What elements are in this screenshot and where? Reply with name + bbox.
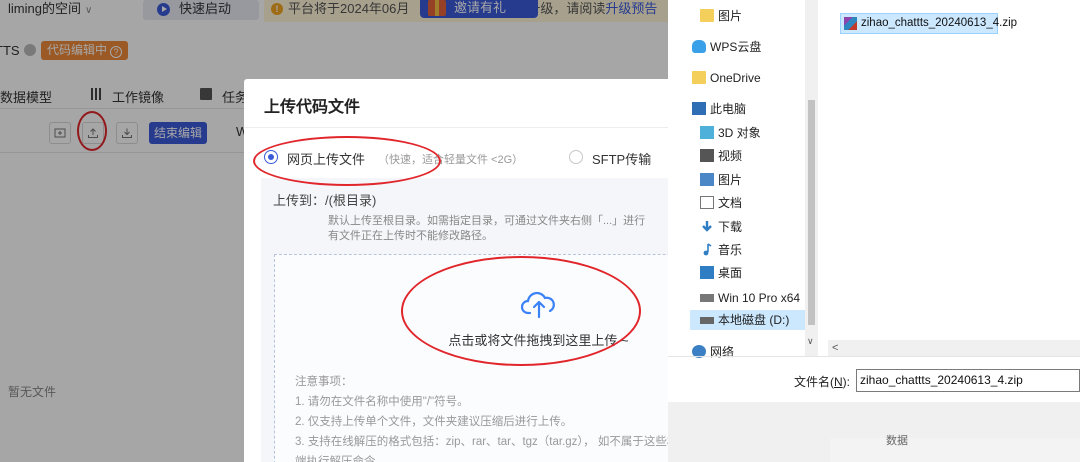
tree-item-label: 桌面 [718,266,743,280]
divider [668,356,1080,357]
dialog-title: 上传代码文件 [264,99,361,116]
tree-item-label: 此电脑 [710,102,747,116]
upload-target-path: 上传到：/(根目录) [273,193,377,208]
tree-item-wps-cloud[interactable]: WPS云盘 [692,37,805,57]
filename-label-key: N [834,375,843,389]
scroll-down-arrow-icon[interactable]: ∨ [807,336,814,347]
tree-item-downloads[interactable]: 下载 [700,217,805,237]
tree-item-music[interactable]: 音乐 [700,240,805,260]
3d-objects-icon [700,126,714,139]
annotation-circle-web-upload [253,136,441,186]
tree-item-label: 音乐 [718,243,743,257]
tree-item-local-disk-d[interactable]: 本地磁盘 (D:) [690,310,805,330]
tree-item-label: 视频 [718,149,743,163]
scroll-left-arrow-icon[interactable]: < [832,340,838,356]
tree-item-label: 图片 [718,9,743,23]
music-icon [703,243,712,256]
folder-icon [700,9,714,22]
file-item[interactable]: zihao_chattts_20240613_4.zip [840,13,1017,34]
tree-item-pictures[interactable]: 图片 [700,170,805,190]
document-icon [700,196,714,209]
navigation-tree: 图片 WPS云盘 OneDrive 此电脑 3D 对象 视频 图片 文档 下载 … [668,0,818,359]
tree-item-label: 网络 [710,345,735,359]
pictures-icon [700,173,714,186]
filename-label-prefix: 文件名( [794,375,834,389]
tree-item-label: WPS云盘 [710,40,762,54]
file-item-name: zihao_chattts_20240613_4.zip [861,17,1018,29]
desktop-icon [700,266,714,279]
tree-item-videos[interactable]: 视频 [700,146,805,166]
background-label: 数据 [886,435,908,447]
annotation-circle-dropzone [401,256,641,366]
tree-item-label: 图片 [718,173,743,187]
tree-item-label: Win 10 Pro x64 [718,291,801,305]
drive-icon [700,317,714,324]
background-panel [830,438,1080,462]
file-open-dialog: 图片 WPS云盘 OneDrive 此电脑 3D 对象 视频 图片 文档 下载 … [668,0,1080,462]
sftp-label[interactable]: SFTP传输 [592,149,651,168]
tree-item-win10-drive[interactable]: Win 10 Pro x64 [700,288,805,308]
tree-item-label: 文档 [718,196,743,210]
upload-description-line: 有文件正在上传时不能修改路径。 [328,230,493,242]
video-icon [700,149,714,162]
tree-scrollbar[interactable]: ∨ [805,0,818,356]
radio-sftp[interactable] [569,150,583,164]
horizontal-scrollbar[interactable]: < [828,340,1080,356]
computer-icon [692,102,706,115]
zip-archive-icon [844,17,857,30]
drive-icon [700,294,714,302]
upload-description: 默认上传至根目录。如需指定目录，可通过文件夹右侧「...」进行 有文件正在上传时… [328,214,688,244]
tree-item-network[interactable]: 网络 [692,342,805,362]
folder-icon [692,71,706,84]
download-icon [702,221,712,232]
tree-item-label: 下载 [718,220,743,234]
cloud-icon [692,40,706,53]
upload-description-line: 默认上传至根目录。如需指定目录，可通过文件夹右侧「...」进行 [328,215,646,227]
tree-item-3d-objects[interactable]: 3D 对象 [700,123,805,143]
tree-item-this-pc[interactable]: 此电脑 [692,99,805,119]
tree-item-desktop[interactable]: 桌面 [700,263,805,283]
tree-item-pictures-top[interactable]: 图片 [700,6,805,26]
tree-item-documents[interactable]: 文档 [700,193,805,213]
tree-item-label: 3D 对象 [718,126,761,140]
tree-item-onedrive[interactable]: OneDrive [692,68,805,88]
filename-label: 文件名(N): [794,373,850,390]
tree-item-label: OneDrive [710,71,761,85]
filename-input[interactable]: zihao_chattts_20240613_4.zip [856,369,1080,392]
filename-label-suffix: ): [842,375,851,389]
tree-item-label: 本地磁盘 (D:) [718,313,790,327]
tree-scrollbar-thumb[interactable] [808,100,815,325]
